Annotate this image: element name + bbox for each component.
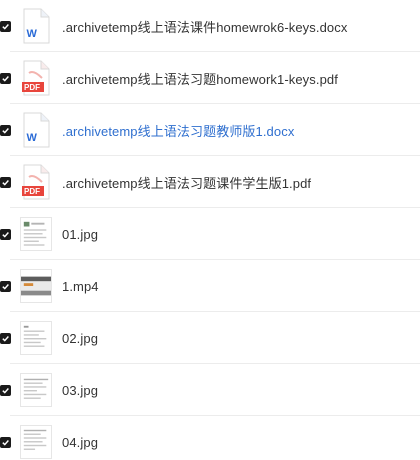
checkmark-icon (2, 75, 9, 82)
file-name[interactable]: 04.jpg (62, 435, 98, 450)
file-name[interactable]: 03.jpg (62, 383, 98, 398)
file-name[interactable]: .archivetemp线上语法习题教师版1.docx (62, 121, 294, 140)
file-row[interactable]: 04.jpg (0, 416, 420, 460)
image-thumbnail (20, 217, 52, 251)
file-checkbox[interactable] (0, 124, 11, 136)
file-checkbox[interactable] (0, 280, 11, 292)
file-name[interactable]: 01.jpg (62, 227, 98, 242)
pdf-icon: PDF (22, 60, 50, 96)
file-checkbox[interactable] (0, 228, 11, 240)
word-doc-icon: W (23, 8, 50, 44)
file-name[interactable]: .archivetemp线上语法课件homewrok6-keys.docx (62, 17, 347, 36)
file-row[interactable]: 03.jpg (0, 364, 420, 416)
pdf-icon: PDF (22, 164, 50, 200)
file-checkbox[interactable] (0, 20, 11, 32)
file-checkbox[interactable] (0, 332, 11, 344)
file-name[interactable]: .archivetemp线上语法习题课件学生版1.pdf (62, 173, 311, 192)
pdf-icon-label: PDF (24, 83, 40, 92)
file-checkbox[interactable] (0, 384, 11, 396)
file-name[interactable]: 1.mp4 (62, 279, 99, 294)
video-thumbnail (20, 269, 52, 303)
file-row[interactable]: 02.jpg (0, 312, 420, 364)
checkmark-icon (2, 283, 9, 290)
image-thumbnail (20, 425, 52, 459)
word-icon-letter: W (27, 28, 38, 40)
file-row[interactable]: 01.jpg (0, 208, 420, 260)
word-icon-letter: W (27, 132, 38, 144)
checkmark-icon (2, 23, 9, 30)
image-thumbnail (20, 321, 52, 355)
pdf-icon-label: PDF (24, 187, 40, 196)
file-name[interactable]: 02.jpg (62, 331, 98, 346)
file-checkbox[interactable] (0, 72, 11, 84)
file-row[interactable]: W .archivetemp线上语法习题教师版1.docx (0, 104, 420, 156)
file-row[interactable]: W .archivetemp线上语法课件homewrok6-keys.docx (0, 0, 420, 52)
image-thumbnail (20, 373, 52, 407)
checkmark-icon (2, 335, 9, 342)
file-checkbox[interactable] (0, 176, 11, 188)
file-checkbox[interactable] (0, 436, 11, 448)
file-row[interactable]: PDF .archivetemp线上语法习题课件学生版1.pdf (0, 156, 420, 208)
checkmark-icon (2, 127, 9, 134)
checkmark-icon (2, 387, 9, 394)
checkmark-icon (2, 439, 9, 446)
file-list: W .archivetemp线上语法课件homewrok6-keys.docx … (0, 0, 420, 460)
checkmark-icon (2, 231, 9, 238)
word-doc-icon: W (23, 112, 50, 148)
checkmark-icon (2, 179, 9, 186)
file-name[interactable]: .archivetemp线上语法习题homework1-keys.pdf (62, 69, 338, 88)
file-row[interactable]: 1.mp4 (0, 260, 420, 312)
file-row[interactable]: PDF .archivetemp线上语法习题homework1-keys.pdf (0, 52, 420, 104)
